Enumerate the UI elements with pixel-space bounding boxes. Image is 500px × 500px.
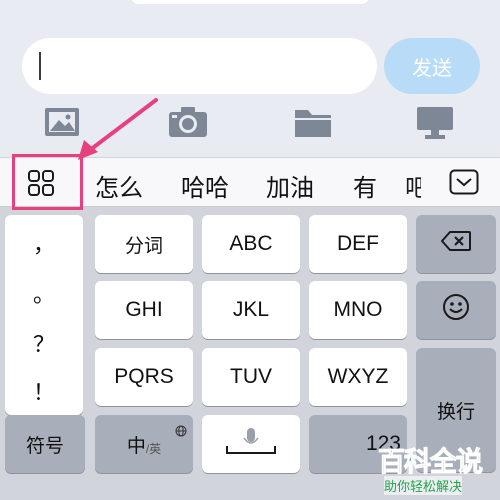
candidate-word-partial-text: 吧 (405, 174, 421, 200)
watermark-title: 百科全说 (378, 447, 484, 479)
watermark-subtitle: 助你轻松解决 (384, 476, 463, 495)
language-switch-key[interactable]: 中/英 (95, 415, 193, 473)
folder-icon[interactable] (294, 106, 332, 143)
punct-comma[interactable]: ， (5, 227, 83, 259)
key-pqrs[interactable]: PQRS (95, 348, 193, 406)
key-tuv[interactable]: TUV (202, 348, 300, 406)
chat-area: 发送 (0, 0, 500, 157)
send-button[interactable]: 发送 (384, 38, 480, 94)
microphone-icon (221, 426, 281, 462)
text-cursor (39, 52, 41, 80)
punct-exclaim[interactable]: ！ (5, 375, 83, 407)
image-icon[interactable] (44, 106, 80, 143)
space-key[interactable] (202, 415, 300, 473)
key-wxyz[interactable]: WXYZ (309, 348, 407, 406)
key-mno[interactable]: MNO (309, 281, 407, 339)
backspace-key[interactable] (416, 215, 496, 273)
candidate-word[interactable]: 有 (353, 168, 377, 203)
punct-period[interactable]: 。 (5, 277, 83, 309)
key-ghi[interactable]: GHI (95, 281, 193, 339)
key-abc[interactable]: ABC (202, 215, 300, 273)
emoji-key[interactable] (416, 281, 496, 339)
punctuation-column[interactable]: ， 。 ？ ！ (5, 215, 83, 415)
candidate-word[interactable]: 怎么 (95, 168, 143, 203)
backspace-icon (441, 231, 471, 257)
lang-sub-label: /英 (145, 441, 162, 456)
message-input[interactable] (22, 38, 377, 94)
chevron-down-icon[interactable] (449, 169, 479, 195)
monitor-icon[interactable] (416, 106, 454, 145)
smiley-icon (442, 293, 470, 327)
highlight-box (12, 154, 83, 210)
key-fenci[interactable]: 分词 (95, 215, 193, 273)
camera-icon[interactable] (168, 106, 208, 143)
watermark: 百科全说 助你轻松解决 (376, 440, 500, 500)
symbol-key[interactable]: 符号 (5, 415, 85, 473)
candidate-word-partial[interactable]: 吧 (405, 168, 421, 200)
key-def[interactable]: DEF (309, 215, 407, 273)
globe-icon (175, 419, 187, 443)
message-bubble (130, 0, 370, 4)
key-jkl[interactable]: JKL (202, 281, 300, 339)
candidate-word[interactable]: 哈哈 (181, 168, 229, 203)
lang-label: 中 (126, 434, 146, 457)
punct-question[interactable]: ？ (5, 327, 83, 359)
candidate-word[interactable]: 加油 (266, 168, 314, 203)
